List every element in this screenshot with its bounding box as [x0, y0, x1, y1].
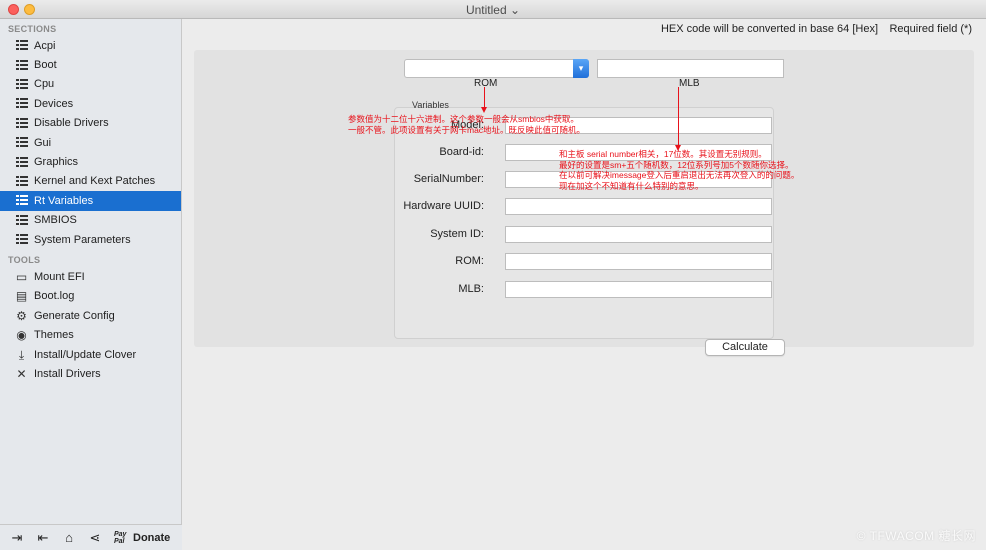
sections-list: Acpi Boot Cpu Devices Disable Drivers Gui Grap… — [0, 36, 181, 249]
rom-arrow-line — [484, 87, 485, 109]
hex-note: HEX code will be converted in base 64 [H… — [660, 23, 878, 35]
mlb-annotation: 和主板 serial number相关，17位数。其设置无别规则。 最好的设置是… — [559, 149, 799, 191]
gear-icon: ⚙ — [16, 308, 27, 323]
title-bar: Untitled ⌄ — [0, 0, 986, 19]
mlb-annotation-line: 和主板 serial number相关，17位数。其设置无别规则。 — [559, 149, 767, 159]
tool-item-generate-config[interactable]: ⚙ Generate Config — [0, 306, 181, 325]
paypal-logo[interactable]: Pay Pal — [114, 531, 130, 545]
list-icon — [15, 78, 28, 91]
required-note: Required field (*) — [889, 23, 972, 35]
mlb-annotation-line: 在以前可解决imessage登入后重启退出无法再次登入的的问题。 — [559, 170, 800, 180]
sidebar-item-label: Boot — [34, 59, 57, 72]
sidebar-item-gui[interactable]: Gui — [0, 133, 181, 152]
list-icon — [15, 136, 28, 149]
document-icon: ▤ — [15, 289, 28, 304]
sidebar-item-label: SMBIOS — [34, 214, 77, 227]
sidebar-item-boot[interactable]: Boot — [0, 55, 181, 74]
rom-arrow-head — [481, 107, 487, 113]
sidebar-item-graphics[interactable]: Graphics — [0, 152, 181, 171]
variables-group — [394, 107, 774, 339]
watermark: © TFWACOM 糖长网 — [856, 529, 976, 543]
field-label: SerialNumber: — [413, 173, 484, 185]
calculate-button[interactable]: Calculate — [705, 339, 785, 356]
list-icon — [15, 117, 28, 130]
tools-header: TOOLS — [8, 255, 41, 266]
sidebar-item-label: Disable Drivers — [34, 117, 109, 130]
mlb-top-input[interactable] — [597, 59, 784, 78]
home-icon[interactable]: ⌂ — [58, 527, 80, 549]
list-icon — [15, 214, 28, 227]
list-icon — [15, 233, 28, 246]
field-label: Board-id: — [439, 146, 484, 158]
sidebar-item-label: Graphics — [34, 156, 79, 169]
rom-annotation-line: 参数值为十二位十六进制。这个参数一般会从smbios中获取。 — [348, 114, 579, 124]
tool-item-boot-log[interactable]: ▤ Boot.log — [0, 287, 181, 306]
import-icon[interactable]: ⇥ — [6, 527, 28, 549]
sidebar-item-smbios[interactable]: SMBIOS — [0, 211, 181, 230]
download-icon: ⤓ — [18, 347, 25, 362]
sidebar-item-label: Kernel and Kext Patches — [34, 175, 156, 188]
main-content: HEX code will be converted in base 64 [H… — [183, 19, 986, 550]
tool-item-label: Install Drivers — [34, 367, 101, 380]
sidebar-item-rt-variables[interactable]: Rt Variables — [0, 191, 181, 211]
tool-item-label: Boot.log — [34, 290, 75, 303]
mlb-top-label: MLB — [679, 78, 700, 89]
variables-title: Variables — [412, 100, 449, 110]
list-icon — [15, 175, 28, 188]
share-icon[interactable]: ⋖ — [84, 527, 106, 549]
list-icon — [15, 39, 28, 52]
tool-item-label: Install/Update Clover — [34, 348, 137, 361]
list-icon — [15, 194, 28, 207]
sidebar-item-kernel-and-kext-patches[interactable]: Kernel and Kext Patches — [0, 172, 181, 191]
sidebar-item-disable-drivers[interactable]: Disable Drivers — [0, 114, 181, 133]
eye-icon: ◉ — [16, 328, 27, 343]
field-label: Hardware UUID: — [403, 200, 484, 212]
sidebar-item-label: System Parameters — [34, 233, 131, 246]
mlb-annotation-line: 最好的设置是sm+五个随机数，12位系列号加5个数随你选择。 — [559, 159, 794, 170]
field-label: MLB: — [458, 283, 484, 295]
mlb-annotation-line: 现在加这个不知道有什么特别的意思。 — [559, 180, 704, 191]
sidebar-bottom-bar: ⇥ ⇤ ⌂ ⋖ Pay Pal Donate — [0, 524, 182, 550]
sidebar-item-label: Rt Variables — [34, 194, 94, 207]
sidebar-item-acpi[interactable]: Acpi — [0, 36, 181, 55]
list-icon — [15, 97, 28, 110]
tool-item-label: Generate Config — [34, 309, 115, 322]
sidebar-item-label: Acpi — [34, 39, 56, 52]
chevron-down-icon[interactable]: ▾ — [573, 59, 589, 78]
tools-list: ▭ Mount EFI ▤ Boot.log ⚙ Generate Config ◉ Them… — [0, 267, 181, 383]
disk-icon: ▭ — [15, 269, 28, 284]
rom-combo[interactable]: ▾ — [404, 59, 589, 78]
field-label: System ID: — [430, 228, 484, 240]
sections-header: SECTIONS — [8, 24, 57, 34]
sidebar-item-devices[interactable]: Devices — [0, 94, 181, 113]
sidebar: SECTIONS Acpi Boot Cpu Devices Disable Drive… — [0, 19, 182, 550]
field-label: ROM: — [455, 255, 484, 267]
tool-item-mount-efi[interactable]: ▭ Mount EFI — [0, 267, 181, 286]
sidebar-item-cpu[interactable]: Cpu — [0, 75, 181, 94]
sidebar-item-system-parameters[interactable]: System Parameters — [0, 230, 181, 249]
sidebar-item-label: Gui — [34, 136, 52, 149]
rom-annotation: 参数值为十二位十六进制。这个参数一般会从smbios中获取。 一般不管。此项设置… — [348, 114, 585, 135]
tool-item-label: Themes — [34, 329, 74, 342]
rom-annotation-line: 一般不管。此项设置有关于网卡mac地址。既反映此值可随机。 — [348, 124, 586, 135]
tool-item-install-update-clover[interactable]: ⤓ Install/Update Clover — [0, 345, 181, 364]
tool-item-label: Mount EFI — [34, 270, 85, 283]
tools-icon: ✕ — [16, 366, 27, 381]
rom-top-label: ROM — [474, 78, 498, 89]
field-input-mlb[interactable] — [505, 281, 772, 298]
field-input-system-id[interactable] — [505, 226, 772, 243]
sidebar-item-label: Devices — [34, 97, 74, 110]
list-icon — [15, 59, 28, 72]
field-input-hardware-uuid[interactable] — [505, 198, 772, 215]
window-title[interactable]: Untitled ⌄ — [0, 3, 986, 17]
rt-variables-panel: ▾ ROM MLB Variables Model: Board-id: Seria… — [194, 50, 974, 356]
export-icon[interactable]: ⇤ — [32, 527, 54, 549]
sidebar-item-label: Cpu — [34, 78, 55, 91]
tool-item-install-drivers[interactable]: ✕ Install Drivers — [0, 364, 181, 383]
tool-item-themes[interactable]: ◉ Themes — [0, 325, 181, 344]
mlb-arrow-line — [678, 87, 679, 147]
donate-button[interactable]: Donate — [133, 532, 170, 544]
list-icon — [15, 156, 28, 169]
field-input-rom[interactable] — [505, 253, 772, 270]
